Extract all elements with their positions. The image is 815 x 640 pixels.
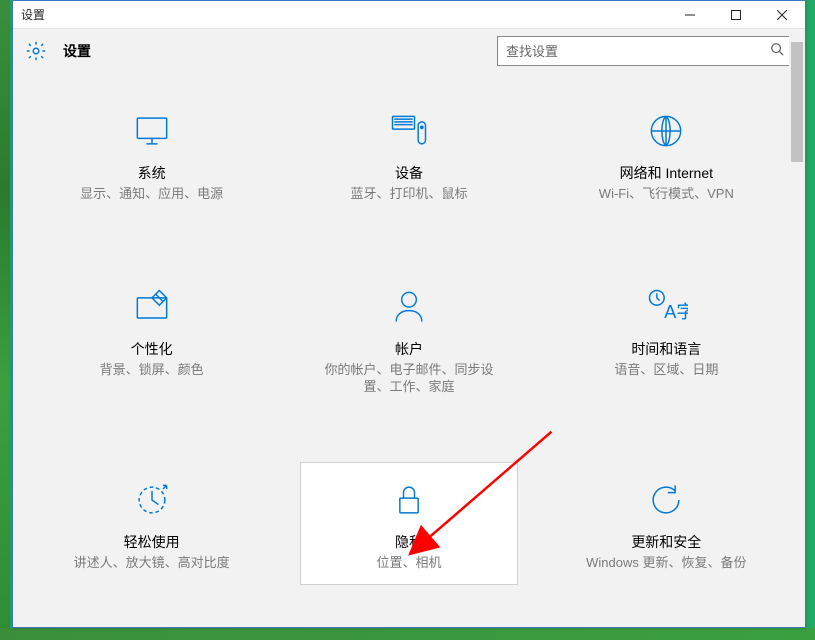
vertical-scrollbar[interactable] bbox=[789, 30, 805, 627]
content-area: 系统 显示、通知、应用、电源 设备 蓝牙、打印机、鼠标 网络和 Internet… bbox=[13, 73, 805, 627]
tile-title: 轻松使用 bbox=[124, 532, 180, 552]
window-title: 设置 bbox=[13, 6, 667, 23]
search-input[interactable] bbox=[506, 44, 770, 59]
close-icon bbox=[777, 10, 787, 20]
page-title: 设置 bbox=[63, 41, 481, 61]
tile-desc: Windows 更新、恢复、备份 bbox=[586, 554, 746, 572]
svg-text:A字: A字 bbox=[664, 301, 688, 322]
globe-icon bbox=[644, 103, 688, 159]
tile-desc: 位置、相机 bbox=[376, 554, 441, 572]
tile-personalization[interactable]: 个性化 背景、锁屏、颜色 bbox=[43, 269, 260, 410]
tile-update-security[interactable]: 更新和安全 Windows 更新、恢复、备份 bbox=[558, 462, 775, 586]
maximize-button[interactable] bbox=[713, 1, 759, 29]
lock-icon bbox=[387, 472, 431, 528]
tile-desc: 语音、区域、日期 bbox=[614, 361, 718, 379]
maximize-icon bbox=[731, 10, 741, 20]
tile-title: 帐户 bbox=[395, 339, 423, 359]
desktop-background-left bbox=[0, 0, 10, 640]
desktop-background-bottom bbox=[0, 628, 815, 640]
tile-system[interactable]: 系统 显示、通知、应用、电源 bbox=[43, 93, 260, 217]
display-icon bbox=[130, 103, 174, 159]
update-icon bbox=[644, 472, 688, 528]
tile-title: 时间和语言 bbox=[631, 339, 701, 359]
person-icon bbox=[387, 279, 431, 335]
search-box[interactable] bbox=[497, 36, 793, 66]
tile-network[interactable]: 网络和 Internet Wi-Fi、飞行模式、VPN bbox=[558, 93, 775, 217]
settings-window: 设置 设置 bbox=[12, 0, 806, 628]
tile-title: 系统 bbox=[138, 163, 166, 183]
header: 设置 bbox=[13, 29, 805, 73]
tile-time-language[interactable]: A字 时间和语言 语音、区域、日期 bbox=[558, 269, 775, 410]
tile-desc: 显示、通知、应用、电源 bbox=[80, 185, 223, 203]
tile-ease-of-access[interactable]: 轻松使用 讲述人、放大镜、高对比度 bbox=[43, 462, 260, 586]
time-language-icon: A字 bbox=[644, 279, 688, 335]
devices-icon bbox=[387, 103, 431, 159]
tile-desc: 背景、锁屏、颜色 bbox=[100, 361, 204, 379]
close-button[interactable] bbox=[759, 1, 805, 29]
window-controls bbox=[667, 1, 805, 29]
scrollbar-thumb[interactable] bbox=[791, 42, 803, 162]
tile-title: 隐私 bbox=[395, 532, 423, 552]
tile-title: 设备 bbox=[395, 163, 423, 183]
search-icon bbox=[770, 42, 784, 61]
tile-accounts[interactable]: 帐户 你的帐户、电子邮件、同步设置、工作、家庭 bbox=[300, 269, 517, 410]
ease-of-access-icon bbox=[130, 472, 174, 528]
tile-title: 个性化 bbox=[131, 339, 173, 359]
minimize-icon bbox=[685, 10, 695, 20]
tile-desc: 你的帐户、电子邮件、同步设置、工作、家庭 bbox=[324, 361, 494, 396]
tile-devices[interactable]: 设备 蓝牙、打印机、鼠标 bbox=[300, 93, 517, 217]
tile-desc: 蓝牙、打印机、鼠标 bbox=[350, 185, 467, 203]
settings-grid: 系统 显示、通知、应用、电源 设备 蓝牙、打印机、鼠标 网络和 Internet… bbox=[43, 93, 775, 585]
titlebar: 设置 bbox=[13, 1, 805, 29]
tile-desc: Wi-Fi、飞行模式、VPN bbox=[599, 185, 734, 203]
tile-title: 网络和 Internet bbox=[620, 163, 713, 183]
minimize-button[interactable] bbox=[667, 1, 713, 29]
tile-desc: 讲述人、放大镜、高对比度 bbox=[74, 554, 230, 572]
tile-title: 更新和安全 bbox=[631, 532, 701, 552]
tile-privacy[interactable]: 隐私 位置、相机 bbox=[300, 462, 517, 586]
gear-icon bbox=[25, 40, 47, 62]
personalize-icon bbox=[130, 279, 174, 335]
